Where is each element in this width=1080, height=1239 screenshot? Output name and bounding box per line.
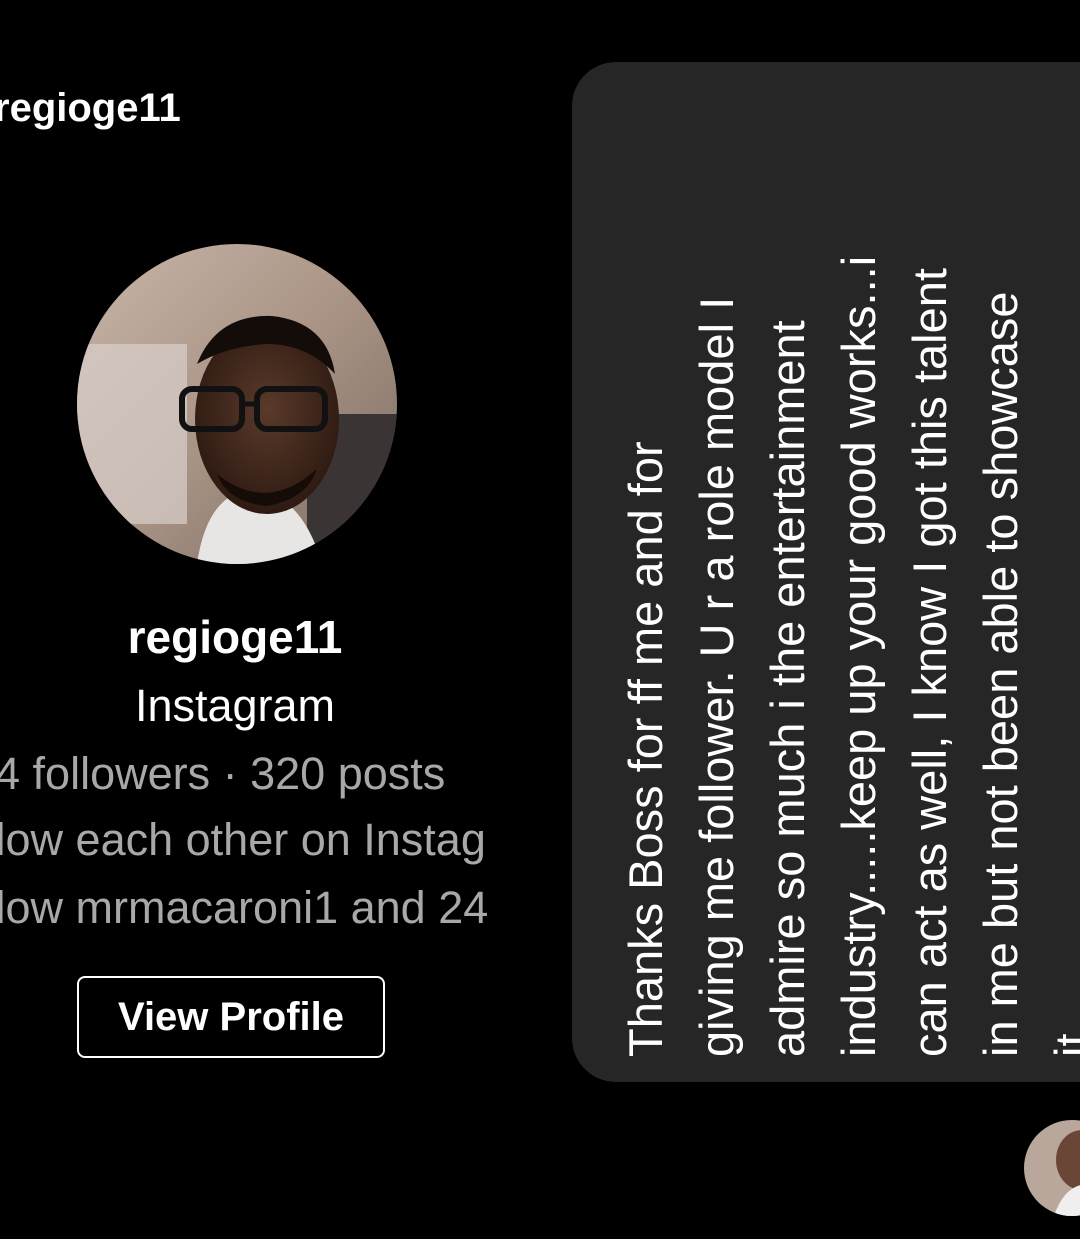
message-text: Thanks Boss for ff me and for giving me … [610,97,1080,1057]
message-line: it. [1045,1020,1080,1057]
profile-avatar[interactable] [77,244,397,564]
platform-label: Instagram [134,680,336,731]
message-line: admire so much i the entertainment [761,320,814,1057]
followed-by-note: follow mrmacaroni1 and 24 [0,882,489,933]
dm-thread-screen: regioge11 regioge11 Instagram 34 followe… [0,0,1080,1239]
sender-avatar[interactable] [1024,1120,1080,1216]
message-line: giving me follower. U r a role model I [690,296,743,1057]
message-line: industry.....keep up your good works...i [832,255,885,1057]
message-line: in me but not been able to showcase [974,291,1027,1057]
message-line: can act as well, I know I got this talen… [903,268,956,1057]
followers-posts-count: 34 followers · 320 posts [0,748,446,799]
profile-name: regioge11 [127,611,343,663]
status-icon [480,0,510,8]
header-username[interactable]: regioge11 [0,86,181,131]
message-line: Thanks Boss for ff me and for [619,441,672,1057]
message-bubble[interactable]: Thanks Boss for ff me and for giving me … [572,62,1080,1082]
view-profile-button[interactable]: View Profile [77,976,385,1058]
mutual-follow-note: follow each other on Instag [0,814,486,865]
